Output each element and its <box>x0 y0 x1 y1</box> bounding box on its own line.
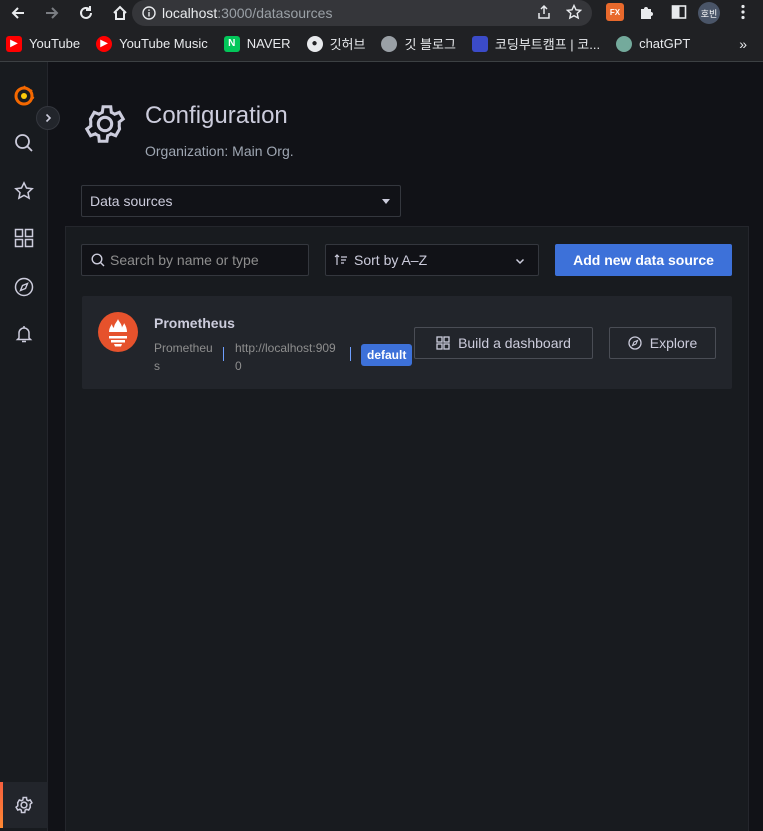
build-dashboard-button[interactable]: Build a dashboard <box>414 327 593 359</box>
sidebar-expand-button[interactable] <box>36 106 60 130</box>
browser-menu-icon[interactable] <box>734 3 752 21</box>
globe-icon <box>381 35 398 52</box>
caret-down-icon <box>382 199 390 204</box>
page-subtitle: Organization: Main Org. <box>145 143 294 159</box>
dashboards-icon <box>436 336 450 350</box>
datasource-name[interactable]: Prometheus <box>154 315 235 331</box>
datasource-type: Prometheus <box>154 341 213 373</box>
datasource-url: http://localhost:9090 <box>235 341 336 373</box>
youtube-music-icon: ▶ <box>96 35 113 52</box>
search-input[interactable]: Search by name or type <box>81 244 309 276</box>
search-icon <box>91 253 105 267</box>
search-icon[interactable] <box>8 127 40 159</box>
section-select[interactable]: Data sources <box>81 185 401 217</box>
active-indicator <box>0 782 3 828</box>
page-title: Configuration <box>145 102 288 129</box>
meta-separator <box>223 347 224 361</box>
explore-button[interactable]: Explore <box>609 327 716 359</box>
meta-separator <box>350 347 351 361</box>
home-icon[interactable] <box>110 3 130 23</box>
share-icon[interactable] <box>536 4 552 20</box>
bookmark-youtube-music[interactable]: ▶ YouTube Music <box>96 35 208 52</box>
bootcamp-icon <box>471 35 488 52</box>
add-data-source-button[interactable]: Add new data source <box>555 244 732 276</box>
starred-icon[interactable] <box>8 175 40 207</box>
sort-select[interactable]: Sort by A–Z <box>325 244 539 276</box>
configuration-cog-icon <box>82 101 128 147</box>
section-select-value: Data sources <box>90 193 173 209</box>
explore-compass-icon <box>628 336 642 350</box>
chevron-right-icon <box>45 113 52 123</box>
extension-fx-icon[interactable]: FX <box>606 3 624 21</box>
back-icon[interactable] <box>8 3 28 23</box>
chevron-down-icon <box>515 258 525 265</box>
github-icon: ● <box>306 35 323 52</box>
address-bar[interactable]: localhost:3000/datasources <box>132 0 592 26</box>
explore-compass-icon[interactable] <box>8 271 40 303</box>
reload-icon[interactable] <box>76 3 96 23</box>
search-placeholder: Search by name or type <box>110 252 259 268</box>
grafana-sidebar <box>0 62 48 831</box>
prometheus-logo-icon <box>98 312 138 352</box>
sort-icon <box>334 254 347 265</box>
extensions-puzzle-icon[interactable] <box>638 3 656 21</box>
naver-icon: N <box>223 35 240 52</box>
site-info-icon[interactable] <box>142 6 156 20</box>
bookmarks-overflow-button[interactable]: » <box>739 36 747 52</box>
default-badge: default <box>361 344 413 366</box>
bookmarks-bar: ▶ YouTube ▶ YouTube Music N NAVER ● 깃허브 깃 블로… <box>0 26 763 62</box>
bookmark-youtube[interactable]: ▶ YouTube <box>6 35 80 52</box>
datasource-card[interactable]: Prometheus Prometheus http://localhost:9… <box>82 296 732 389</box>
profile-avatar[interactable]: 호빈 <box>698 2 720 24</box>
bookmark-chatgpt[interactable]: chatGPT <box>616 35 690 52</box>
side-panel-icon[interactable] <box>670 3 688 21</box>
alerting-bell-icon[interactable] <box>8 318 40 350</box>
explore-label: Explore <box>649 335 698 351</box>
bookmark-star-icon[interactable] <box>566 4 582 20</box>
chatgpt-icon <box>616 35 633 52</box>
bookmark-coding-bootcamp[interactable]: 코딩부트캠프 | 코... <box>471 34 600 53</box>
forward-icon[interactable] <box>42 3 62 23</box>
bookmark-naver[interactable]: N NAVER <box>223 35 291 52</box>
grafana-logo-icon[interactable] <box>8 80 40 112</box>
bookmark-github[interactable]: ● 깃허브 <box>306 34 365 53</box>
youtube-icon: ▶ <box>6 35 22 52</box>
sort-label: Sort by A–Z <box>354 252 428 268</box>
dashboards-icon[interactable] <box>8 222 40 254</box>
build-dashboard-label: Build a dashboard <box>458 335 571 351</box>
bookmark-git-blog[interactable]: 깃 블로그 <box>381 34 456 53</box>
url-text: localhost:3000/datasources <box>162 5 333 21</box>
configuration-cog-icon <box>14 795 34 820</box>
sidebar-item-configuration[interactable] <box>0 782 48 828</box>
